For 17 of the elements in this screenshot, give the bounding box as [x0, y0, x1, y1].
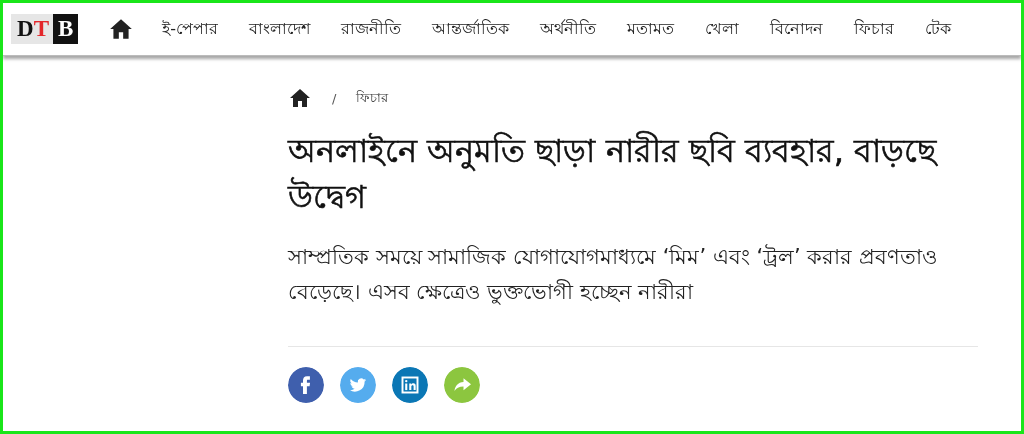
- breadcrumb-separator: /: [332, 90, 337, 106]
- nav-link[interactable]: বাংলাদেশ: [249, 15, 311, 43]
- nav-link[interactable]: রাজনীতি: [341, 15, 402, 43]
- nav-link[interactable]: বিনোদন: [770, 15, 824, 43]
- facebook-icon[interactable]: [288, 367, 324, 403]
- nav-link[interactable]: খেলা: [705, 15, 740, 43]
- breadcrumb-link[interactable]: ফিচার: [356, 87, 389, 109]
- nav-link[interactable]: ই-পেপার: [162, 15, 219, 43]
- nav-link[interactable]: আন্তর্জাতিক: [432, 15, 510, 43]
- home-icon[interactable]: [288, 86, 312, 110]
- nav-link[interactable]: মতামত: [627, 15, 675, 43]
- nav-link[interactable]: অর্থনীতি: [540, 15, 597, 43]
- article-headline: অনলাইনে অনুমতি ছাড়া নারীর ছবি ব্যবহার, বাড়ছে উদ্বেগ: [288, 130, 939, 218]
- article-summary: সাম্প্রতিক সময়ে সামাজিক যোগাযোগমাধ্যমে ‘মিম’ এবং ‘ট্রল’ করার প্রবণতাও বেড়েছে। এসব ক্ষেত্রেও ভুক্তভোগী হচ্ছেন নারীরা: [288, 243, 939, 307]
- nav-link[interactable]: ফিচার: [854, 15, 895, 43]
- nav-link[interactable]: টেক: [925, 15, 952, 43]
- linkedin-icon[interactable]: [392, 367, 428, 403]
